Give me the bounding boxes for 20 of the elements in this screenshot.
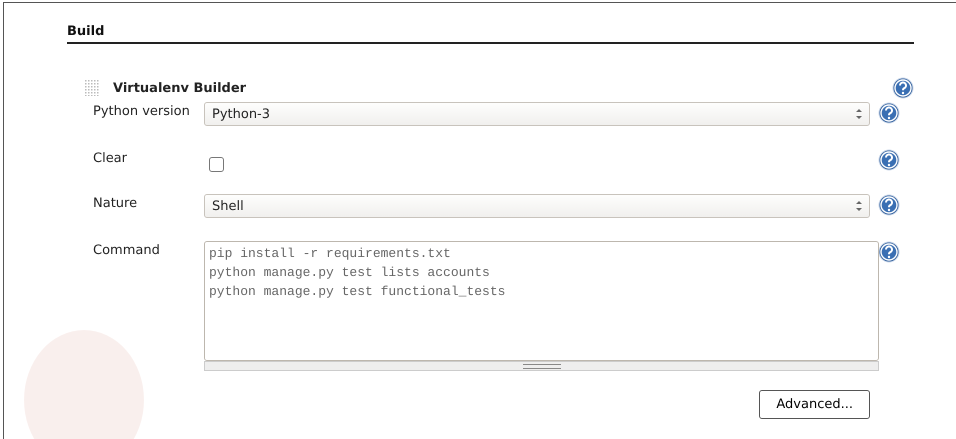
- up-down-arrows-icon: [855, 199, 863, 213]
- command-textarea[interactable]: pip install -r requirements.txt python manage.py test lists accounts python manage.py test functional_tests: [204, 241, 879, 361]
- drag-handle-icon[interactable]: [85, 80, 99, 96]
- help-icon[interactable]: [878, 149, 900, 171]
- builder-title: Virtualenv Builder: [113, 80, 248, 96]
- field-label: Command: [93, 242, 161, 258]
- advanced-button[interactable]: Advanced...: [759, 390, 870, 419]
- up-down-arrows-icon: [855, 107, 863, 121]
- checkbox[interactable]: [209, 157, 224, 172]
- help-icon[interactable]: [892, 77, 914, 99]
- help-icon[interactable]: [878, 194, 900, 216]
- help-icon[interactable]: [878, 241, 900, 263]
- resize-handle[interactable]: [204, 361, 879, 371]
- select-field[interactable]: Shell: [204, 194, 870, 218]
- field-label: Clear: [93, 150, 128, 166]
- section-title: Build: [67, 24, 914, 44]
- field-label: Python version: [93, 103, 191, 119]
- help-icon[interactable]: [878, 102, 900, 124]
- select-field[interactable]: Python-3: [204, 102, 870, 126]
- field-label: Nature: [93, 195, 138, 211]
